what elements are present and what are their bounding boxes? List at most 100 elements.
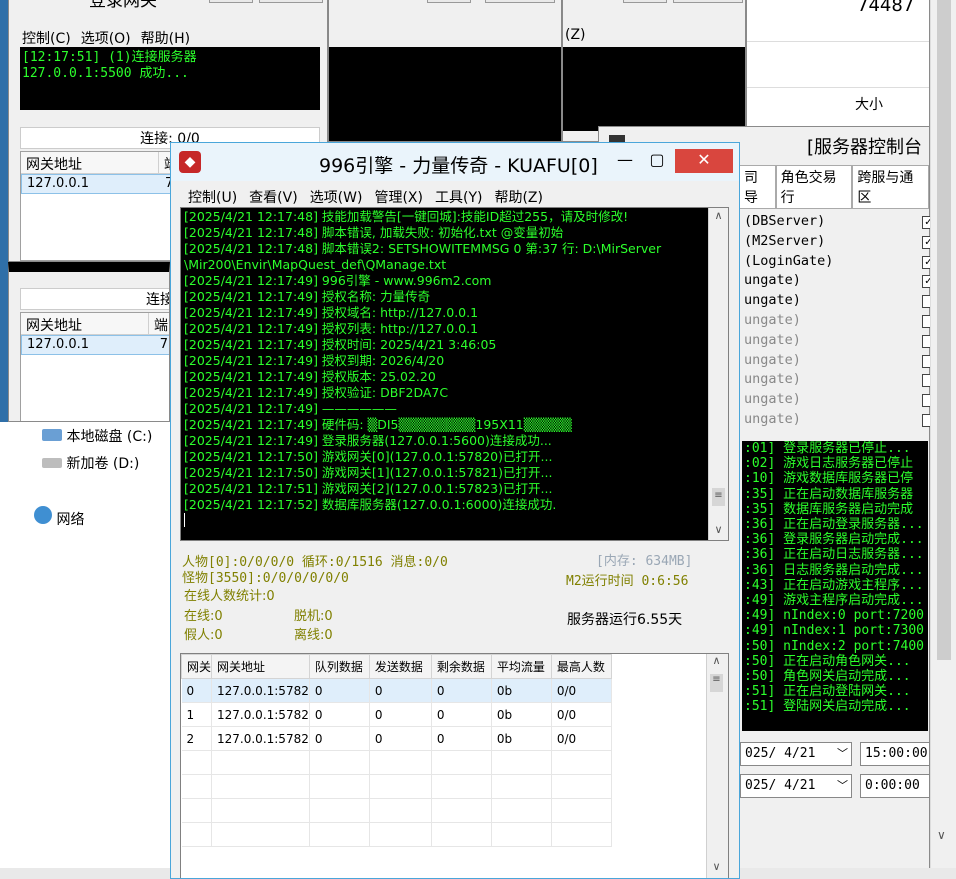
minimize-button[interactable]: —: [611, 149, 639, 173]
log-scrollbar[interactable]: ∧ ≡ ∨: [708, 208, 728, 540]
table-cell: 0/0: [551, 678, 612, 703]
network-icon: [34, 506, 52, 524]
list-item-port: 7: [159, 337, 168, 352]
table-scrollbar[interactable]: ∧ ≡ ∨: [706, 654, 728, 878]
table-cell: 0: [369, 702, 432, 727]
scroll-up-icon[interactable]: ∧: [707, 654, 726, 672]
main-menu-item[interactable]: 选项(W): [307, 187, 366, 207]
scroll-down-icon[interactable]: ∨: [937, 828, 946, 842]
desktop-scrollbar[interactable]: ∨: [930, 0, 956, 879]
bg2-minimize-button[interactable]: [623, 0, 667, 3]
table-cell: 0: [181, 678, 213, 703]
control-log-line: :49] nIndex:1 port:7300: [744, 623, 925, 639]
maximize-button[interactable]: ▢: [643, 149, 671, 173]
bg2-close-button[interactable]: ✕: [673, 0, 743, 3]
end-date-picker[interactable]: 025/ 4/21 ﹀: [740, 774, 852, 798]
new-volume-item[interactable]: 新加卷 (D:): [42, 453, 139, 473]
table-cell: 2: [181, 726, 213, 751]
bg1-close-button[interactable]: ✕: [485, 0, 555, 3]
log-line: [2025/4/21 12:17:48] 技能加载警告[一键回城]:技能ID超过…: [184, 209, 629, 224]
column-header[interactable]: 平均流量: [490, 654, 552, 679]
table-cell: 0: [309, 678, 370, 703]
table-cell: [181, 774, 213, 799]
local-disk-item[interactable]: 本地磁盘 (C:): [42, 426, 152, 446]
network-item[interactable]: 网络: [34, 506, 84, 529]
log-line: [2025/4/21 12:17:49] 硬件码: ▒DI5▒▒▒▒▒▒▒▒19…: [184, 417, 572, 432]
log-line: [2025/4/21 12:17:50] 游戏网关[0](127.0.0.1:5…: [184, 449, 553, 464]
scroll-down-icon[interactable]: ∨: [709, 522, 728, 540]
column-header-address[interactable]: 网关地址: [21, 313, 149, 334]
scroll-up-icon[interactable]: ∧: [709, 208, 728, 226]
service-label: ungate): [744, 292, 801, 309]
scroll-down-icon[interactable]: ∨: [707, 860, 726, 878]
scrollbar-thumb[interactable]: ≡: [710, 674, 723, 692]
disconnected-stat: 离线:0: [294, 628, 333, 643]
bg1-minimize-button[interactable]: [427, 0, 471, 3]
column-header-address[interactable]: 网关地址: [21, 152, 159, 173]
scrollbar-thumb[interactable]: ≡: [712, 488, 725, 506]
column-header[interactable]: 网关: [181, 654, 213, 679]
column-header[interactable]: 剩余数据: [430, 654, 492, 679]
size-column-header[interactable]: 大小: [855, 94, 883, 114]
table-cell: 0: [431, 726, 492, 751]
main-menu-item[interactable]: 控制(U): [185, 187, 240, 207]
main-menu-item[interactable]: 查看(V): [246, 187, 301, 207]
scrollbar-thumb[interactable]: [937, 0, 951, 660]
main-menu-item[interactable]: 管理(X): [371, 187, 426, 207]
column-header[interactable]: 最高人数: [550, 654, 612, 679]
main-menu-item[interactable]: 帮助(Z): [491, 187, 546, 207]
control-log-line: :49] nIndex:0 port:7200: [744, 608, 925, 624]
login-gate-close-button[interactable]: ✕: [259, 0, 323, 3]
table-row[interactable]: 1 127.0.0.1:5782 0 0 0 0b 0/0: [181, 702, 612, 727]
column-header[interactable]: 网关地址: [211, 654, 310, 679]
list-item[interactable]: 127.0.0.1 7: [21, 335, 169, 355]
table-row[interactable]: [181, 750, 612, 775]
login-gate-menu-control[interactable]: 控制(C): [19, 28, 74, 48]
tab-guide[interactable]: 司导: [739, 165, 776, 209]
table-cell: [551, 774, 612, 799]
start-date-picker[interactable]: 025/ 4/21 ﹀: [740, 742, 852, 766]
server-control-title: [服务器控制台: [807, 137, 923, 158]
control-log-line: :02] 游戏日志服务器已停止: [744, 456, 914, 472]
main-title: 996引擎 - 力量传奇 - KUAFU[0]: [319, 155, 598, 177]
chevron-down-icon: ﹀: [837, 779, 848, 792]
table-cell: 0b: [491, 726, 552, 751]
table-row[interactable]: 0 127.0.0.1:5782 0 0 0 0b 0/0: [181, 678, 612, 703]
start-time-field[interactable]: 15:00:00: [860, 742, 930, 766]
table-cell: 0: [369, 678, 432, 703]
gate2-list[interactable]: 网关地址 端 127.0.0.1 7: [20, 312, 169, 421]
column-header-port[interactable]: 端: [149, 313, 169, 334]
tab-role-trade[interactable]: 角色交易行: [775, 165, 853, 209]
local-disk-label: 本地磁盘 (C:): [66, 429, 153, 445]
control-log-line: :50] 角色网关启动完成...: [744, 669, 911, 685]
background-window-1: ✕: [328, 0, 562, 142]
bg2-menu-fragment[interactable]: (Z): [565, 27, 586, 43]
start-time-value: 15:00:00: [865, 746, 928, 761]
table-row[interactable]: [181, 822, 612, 847]
tab-cross-server[interactable]: 跨服与通区: [852, 165, 929, 209]
service-label: ungate): [744, 391, 801, 408]
control-log-line: :01] 登录服务器已停止...: [744, 441, 911, 456]
login-gate-minimize-button[interactable]: [209, 0, 253, 3]
online-stat: 在线:0: [184, 609, 223, 624]
login-gate-menu-options[interactable]: 选项(O): [78, 28, 134, 48]
top-right-window: 74487 大小: [746, 0, 930, 130]
login-gate-menu-help[interactable]: 帮助(H): [138, 28, 193, 48]
table-row[interactable]: [181, 798, 612, 823]
end-time-field[interactable]: 0:00:00: [860, 774, 930, 798]
close-button[interactable]: ✕: [675, 149, 733, 173]
gateway-table: 网关 网关地址 队列数据 发送数据 剩余数据 平均流量 最高人数 0 127.0.0.1:57…: [180, 653, 729, 878]
column-header[interactable]: 发送数据: [368, 654, 432, 679]
login-gate-log-line: [12:17:51] (1)连接服务器: [22, 50, 197, 65]
log-line: [2025/4/21 12:17:52] 数据库服务器(127.0.0.1:60…: [184, 497, 557, 512]
main-menu-item[interactable]: 工具(Y): [432, 187, 485, 207]
control-log-line: :36] 日志服务器启动完成...: [744, 562, 924, 578]
table-row[interactable]: 2 127.0.0.1:5782 0 0 0 0b 0/0: [181, 726, 612, 751]
column-header[interactable]: 队列数据: [308, 654, 370, 679]
control-log-line: :36] 正在启动日志服务器...: [744, 547, 924, 563]
service-label: ungate): [744, 351, 801, 368]
table-cell: [431, 798, 492, 823]
table-cell: [491, 750, 552, 775]
log-line: [2025/4/21 12:17:49] ——————: [184, 401, 397, 416]
table-row[interactable]: [181, 774, 612, 799]
